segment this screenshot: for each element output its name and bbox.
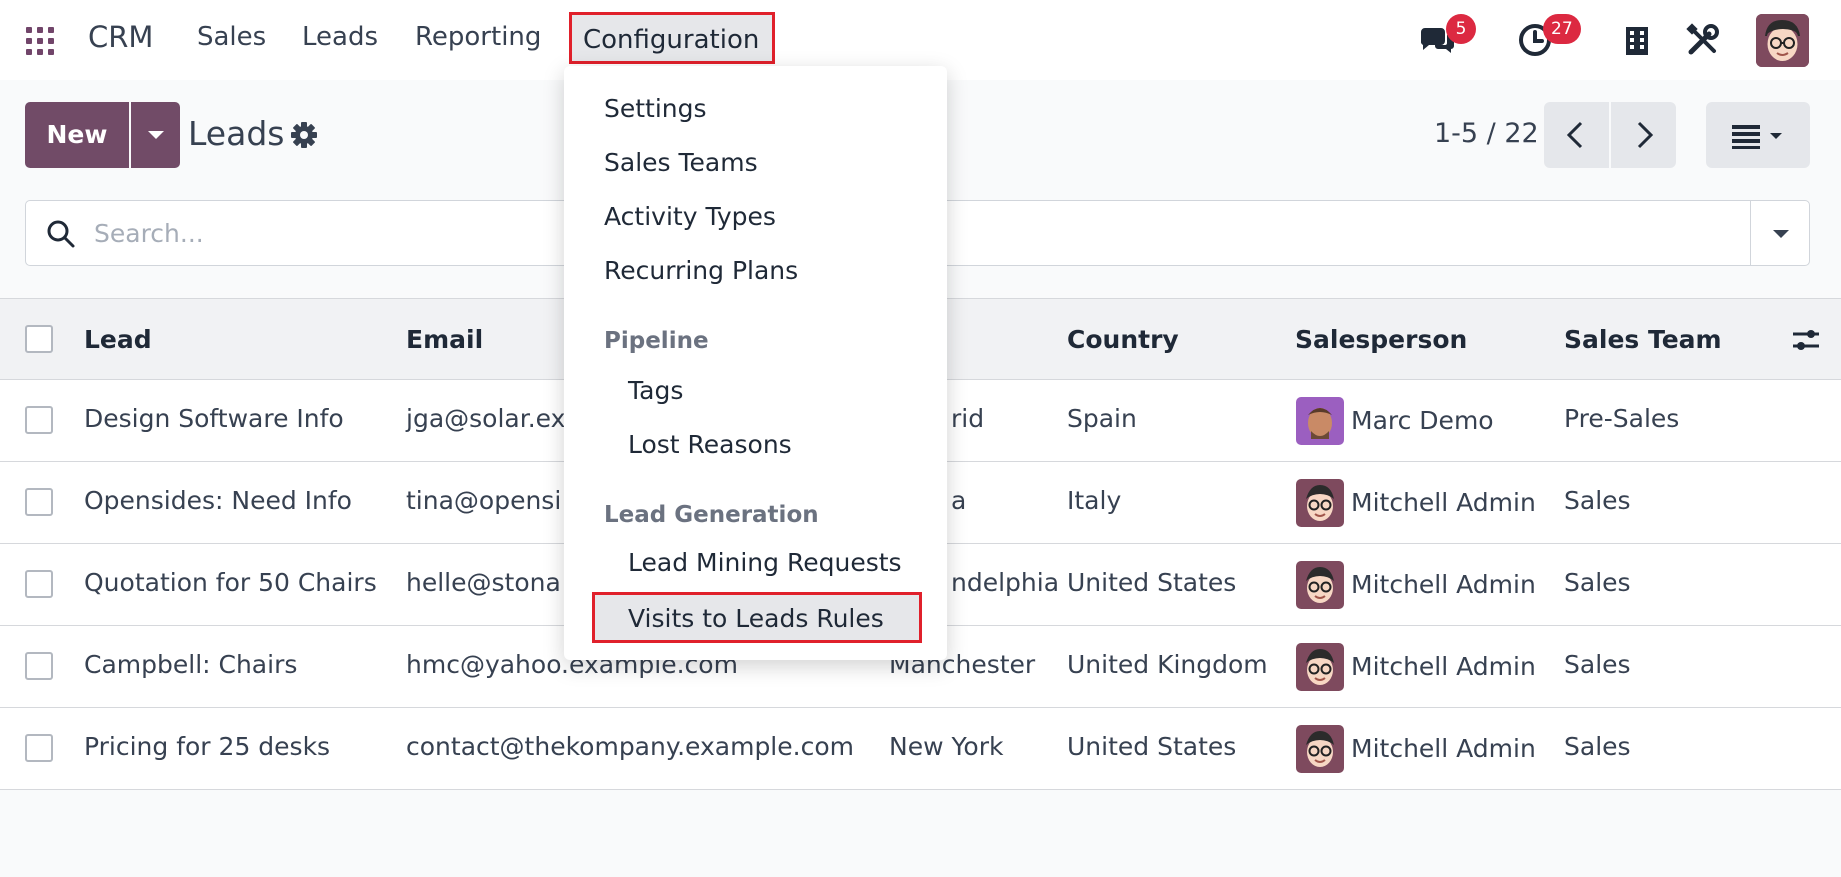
nav-sales[interactable]: Sales bbox=[197, 22, 266, 52]
lead-name: Campbell: Chairs bbox=[84, 650, 298, 679]
view-switcher-button[interactable] bbox=[1706, 102, 1810, 168]
row-checkbox[interactable] bbox=[25, 406, 53, 434]
column-email[interactable]: Email bbox=[406, 325, 483, 354]
menu-item-sales-teams[interactable]: Sales Teams bbox=[604, 148, 758, 177]
menu-header-pipeline: Pipeline bbox=[604, 328, 709, 354]
lead-country: Spain bbox=[1067, 404, 1137, 433]
search-options-toggle[interactable] bbox=[1750, 201, 1809, 265]
lead-city: ndelphia bbox=[951, 568, 1060, 597]
salesperson-avatar bbox=[1296, 397, 1344, 445]
row-checkbox[interactable] bbox=[25, 488, 53, 516]
gear-icon[interactable] bbox=[290, 121, 318, 149]
sales-team: Sales bbox=[1564, 650, 1631, 679]
debug-tools-icon[interactable] bbox=[1683, 20, 1723, 60]
optional-columns-icon[interactable] bbox=[1790, 325, 1822, 355]
user-avatar[interactable] bbox=[1756, 14, 1809, 67]
lead-country: United States bbox=[1067, 732, 1237, 761]
sales-team: Pre-Sales bbox=[1564, 404, 1680, 433]
menu-item-recurring-plans[interactable]: Recurring Plans bbox=[604, 256, 798, 285]
salesperson-avatar bbox=[1296, 479, 1344, 527]
activities-badge: 27 bbox=[1543, 14, 1581, 44]
lead-email: helle@stona bbox=[406, 568, 561, 597]
lead-city: New York bbox=[889, 732, 1004, 761]
chevron-left-icon bbox=[1566, 121, 1583, 149]
lead-name: Opensides: Need Info bbox=[84, 486, 352, 515]
lead-email: jga@solar.ex bbox=[406, 404, 566, 433]
nav-leads[interactable]: Leads bbox=[302, 22, 378, 52]
company-building-icon[interactable] bbox=[1617, 20, 1657, 60]
menu-item-tags[interactable]: Tags bbox=[628, 376, 683, 405]
app-brand[interactable]: CRM bbox=[88, 20, 153, 54]
sales-team: Sales bbox=[1564, 486, 1631, 515]
nav-configuration[interactable]: Configuration bbox=[569, 12, 775, 64]
salesperson-name: Mitchell Admin bbox=[1351, 652, 1536, 681]
select-all-checkbox[interactable] bbox=[25, 325, 53, 353]
menu-item-settings[interactable]: Settings bbox=[604, 94, 707, 123]
new-button[interactable]: New bbox=[25, 102, 129, 168]
sales-team: Sales bbox=[1564, 568, 1631, 597]
lead-country: Italy bbox=[1067, 486, 1122, 515]
salesperson-name: Mitchell Admin bbox=[1351, 488, 1536, 517]
page-title: Leads bbox=[188, 114, 285, 153]
pager-value[interactable]: 1-5 / 22 bbox=[1434, 118, 1539, 149]
lead-name: Pricing for 25 desks bbox=[84, 732, 331, 761]
chevron-right-icon bbox=[1637, 121, 1654, 149]
pager-next-button[interactable] bbox=[1611, 102, 1676, 168]
column-lead[interactable]: Lead bbox=[84, 325, 152, 354]
nav-reporting[interactable]: Reporting bbox=[415, 22, 541, 52]
menu-header-lead-generation: Lead Generation bbox=[604, 502, 819, 528]
configuration-dropdown-menu: Settings Sales Teams Activity Types Recu… bbox=[564, 66, 947, 660]
salesperson-avatar bbox=[1296, 561, 1344, 609]
pager-previous-button[interactable] bbox=[1544, 102, 1609, 168]
lead-name: Design Software Info bbox=[84, 404, 344, 433]
salesperson-name: Marc Demo bbox=[1351, 406, 1494, 435]
app-menu-icon[interactable] bbox=[26, 27, 54, 55]
messages-badge: 5 bbox=[1446, 14, 1476, 44]
column-sales-team[interactable]: Sales Team bbox=[1564, 325, 1722, 354]
row-checkbox[interactable] bbox=[25, 652, 53, 680]
table-row[interactable]: Pricing for 25 desks contact@thekompany.… bbox=[0, 708, 1841, 790]
menu-item-lead-mining-requests[interactable]: Lead Mining Requests bbox=[628, 548, 902, 577]
menu-item-visits-to-leads-rules[interactable]: Visits to Leads Rules bbox=[592, 592, 922, 643]
list-view-icon bbox=[1732, 125, 1782, 149]
salesperson-avatar bbox=[1296, 643, 1344, 691]
salesperson-name: Mitchell Admin bbox=[1351, 734, 1536, 763]
column-salesperson[interactable]: Salesperson bbox=[1295, 325, 1467, 354]
lead-email: tina@opensi bbox=[406, 486, 562, 515]
lead-name: Quotation for 50 Chairs bbox=[84, 568, 377, 597]
column-country[interactable]: Country bbox=[1067, 325, 1179, 354]
menu-item-visits-to-leads-rules-label: Visits to Leads Rules bbox=[628, 604, 884, 633]
nav-configuration-label: Configuration bbox=[583, 25, 760, 55]
new-dropdown-toggle[interactable] bbox=[131, 102, 180, 168]
sales-team: Sales bbox=[1564, 732, 1631, 761]
lead-city: a bbox=[951, 486, 967, 515]
salesperson-avatar bbox=[1296, 725, 1344, 773]
row-checkbox[interactable] bbox=[25, 734, 53, 762]
salesperson-name: Mitchell Admin bbox=[1351, 570, 1536, 599]
lead-country: United States bbox=[1067, 568, 1237, 597]
search-icon bbox=[47, 220, 75, 248]
lead-country: United Kingdom bbox=[1067, 650, 1268, 679]
lead-city: rid bbox=[951, 404, 985, 433]
menu-item-activity-types[interactable]: Activity Types bbox=[604, 202, 776, 231]
row-checkbox[interactable] bbox=[25, 570, 53, 598]
menu-item-lost-reasons[interactable]: Lost Reasons bbox=[628, 430, 792, 459]
lead-email: contact@thekompany.example.com bbox=[406, 732, 854, 761]
